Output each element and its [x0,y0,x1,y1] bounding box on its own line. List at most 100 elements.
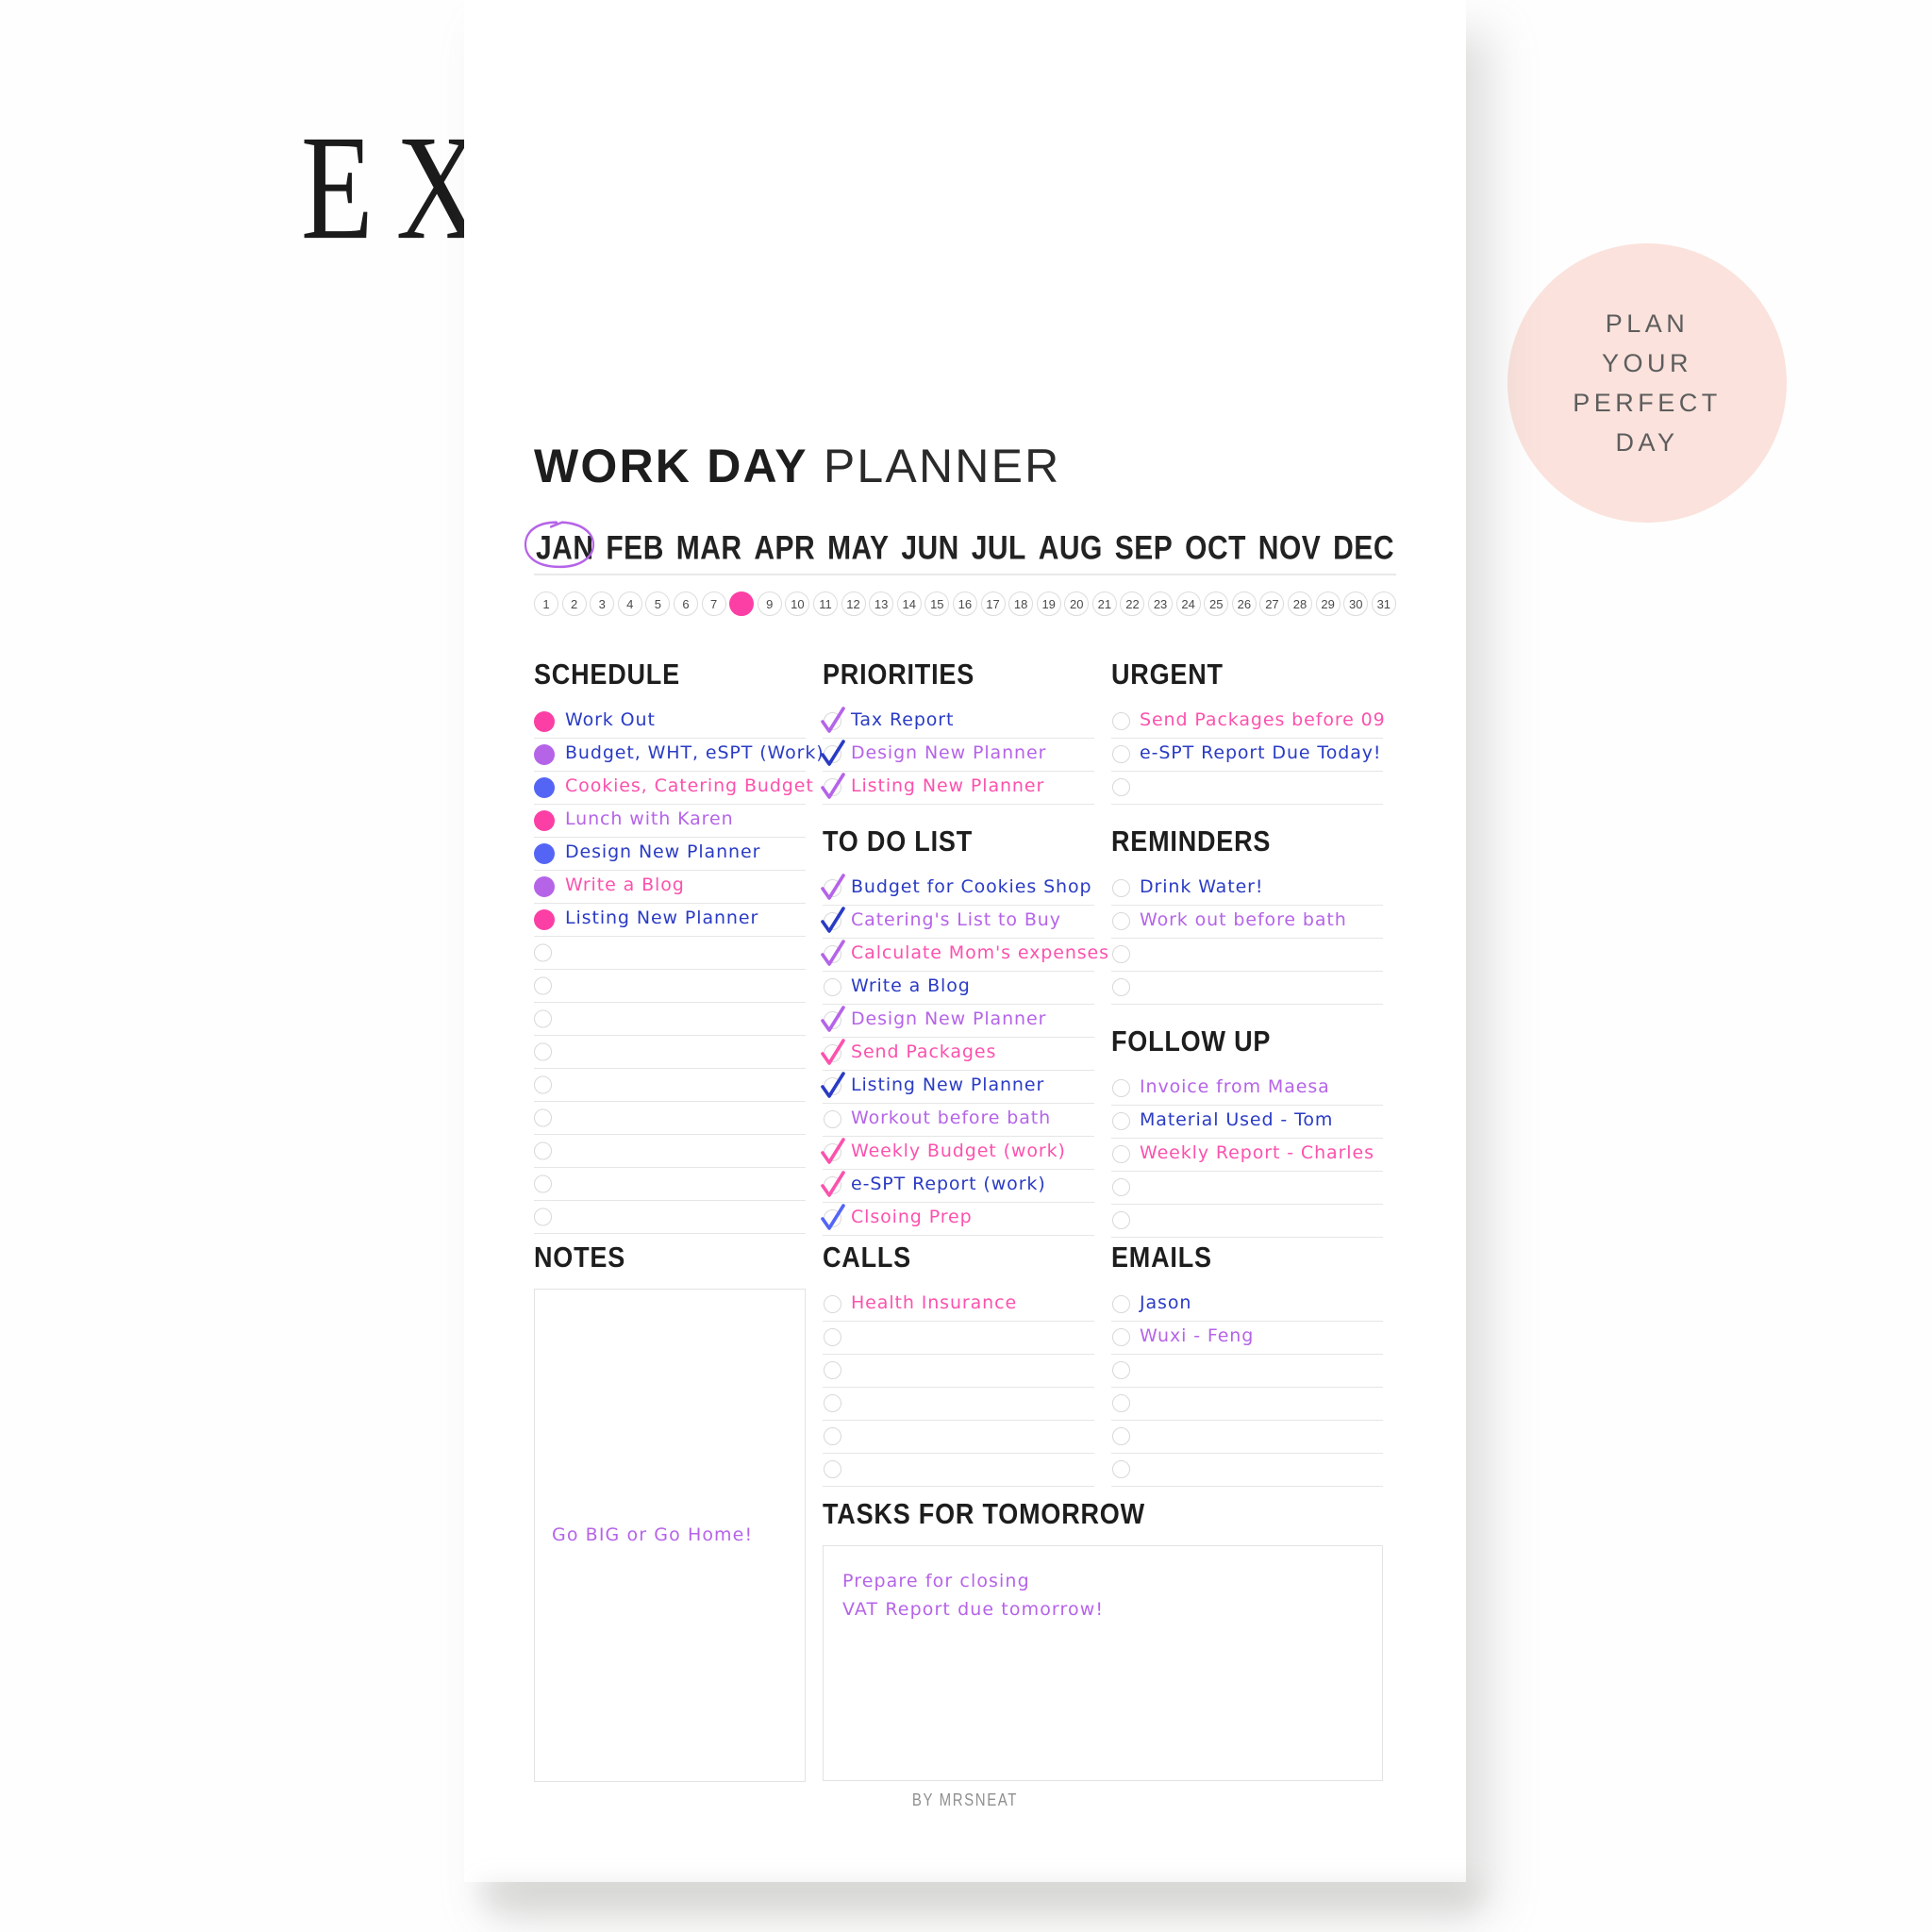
checkbox[interactable] [821,1039,845,1065]
day-2[interactable]: 2 [561,591,587,616]
list-item[interactable] [823,1355,1094,1388]
list-item[interactable] [1111,972,1383,1005]
day-21[interactable]: 21 [1091,591,1117,616]
month-dec[interactable]: DEC [1331,530,1396,568]
checkbox[interactable] [823,1459,843,1480]
list-item[interactable] [1111,1454,1383,1487]
list-item[interactable] [823,1421,1094,1454]
list-item[interactable] [534,1069,806,1102]
list-item[interactable]: e-SPT Report Due Today! [1111,739,1383,772]
list-item[interactable]: Calculate Mom's expenses [821,939,1108,972]
day-28[interactable]: 28 [1288,591,1313,616]
checkbox[interactable] [823,1327,843,1348]
day-4[interactable]: 4 [617,591,642,616]
list-item[interactable]: Workout before bath [823,1104,1094,1137]
checkbox[interactable] [1111,977,1132,998]
list-item[interactable]: Listing New Planner [821,1071,1094,1104]
checkbox[interactable] [1111,777,1132,798]
day-13[interactable]: 13 [869,591,894,616]
list-item[interactable] [534,1102,806,1135]
month-aug[interactable]: AUG [1037,530,1105,568]
list-item[interactable]: Material Used - Tom [1111,1106,1383,1139]
day-12[interactable]: 12 [841,591,866,616]
day-14[interactable]: 14 [896,591,922,616]
checkbox[interactable] [823,1426,843,1447]
list-item[interactable]: Work Out [534,706,806,739]
day-7[interactable]: 7 [701,591,726,616]
list-item[interactable] [1111,772,1383,805]
list-item[interactable]: Budget for Cookies Shop [821,873,1094,906]
checkbox[interactable] [1111,1393,1132,1414]
day-selector[interactable]: 1234567891011121314151617181920212223242… [534,591,1396,616]
day-22[interactable]: 22 [1120,591,1145,616]
day-31[interactable]: 31 [1371,591,1396,616]
list-item[interactable]: Send Packages [821,1038,1094,1071]
list-item[interactable]: Design New Planner [534,838,806,871]
list-item[interactable] [534,1135,806,1168]
checkbox[interactable] [821,1171,845,1197]
day-23[interactable]: 23 [1148,591,1174,616]
day-3[interactable]: 3 [590,591,615,616]
list-item[interactable] [534,1201,806,1234]
list-item[interactable]: Design New Planner [821,739,1094,772]
checkbox[interactable] [1111,878,1132,899]
day-6[interactable]: 6 [673,591,698,616]
day-9[interactable]: 9 [757,591,782,616]
checkbox[interactable] [823,1360,843,1381]
checkbox[interactable] [1111,711,1132,732]
checkbox[interactable] [821,740,845,766]
checkbox[interactable] [1111,1327,1132,1348]
day-20[interactable]: 20 [1064,591,1090,616]
checkbox[interactable] [823,977,843,998]
checkbox[interactable] [1111,1210,1132,1231]
list-item[interactable] [534,937,806,970]
list-item[interactable]: Listing New Planner [821,772,1094,805]
checkbox[interactable] [1111,1360,1132,1381]
day-17[interactable]: 17 [980,591,1006,616]
month-selector[interactable]: JAN FEB MAR APR MAY JUN JUL AUG SEP OCT NOV DEC [524,521,1396,575]
checkbox[interactable] [823,1294,843,1315]
list-item[interactable]: Cookies, Catering Budget [534,772,813,805]
checkbox[interactable] [821,1138,845,1164]
list-item[interactable] [823,1454,1094,1487]
day-30[interactable]: 30 [1343,591,1369,616]
list-item[interactable]: Budget, WHT, eSPT (Work) [534,739,824,772]
list-item[interactable]: Drink Water! [1111,873,1383,906]
list-item[interactable] [1111,1355,1383,1388]
checkbox[interactable] [1111,1111,1132,1132]
list-item[interactable]: Work out before bath [1111,906,1383,939]
month-nov[interactable]: NOV [1257,530,1324,568]
day-10[interactable]: 10 [785,591,810,616]
checkbox[interactable] [1111,944,1132,965]
list-item[interactable]: Send Packages before 09 [1111,706,1385,739]
day-8[interactable]: 8 [729,591,755,616]
day-19[interactable]: 19 [1036,591,1061,616]
list-item[interactable]: Invoice from Maesa [1111,1073,1383,1106]
day-11[interactable]: 11 [812,591,838,616]
checkbox[interactable] [821,773,845,799]
checkbox[interactable] [1111,911,1132,932]
month-may[interactable]: MAY [825,530,891,568]
list-item[interactable] [1111,1388,1383,1421]
list-item[interactable] [534,1036,806,1069]
checkbox[interactable] [1111,744,1132,765]
list-item[interactable]: Catering's List to Buy [821,906,1094,939]
list-item[interactable] [823,1322,1094,1355]
checkbox[interactable] [821,940,845,966]
checkbox[interactable] [821,707,845,733]
day-16[interactable]: 16 [952,591,977,616]
list-item[interactable]: Write a Blog [823,972,1094,1005]
list-item[interactable]: e-SPT Report (work) [821,1170,1094,1203]
checkbox[interactable] [1111,1294,1132,1315]
day-18[interactable]: 18 [1008,591,1034,616]
day-5[interactable]: 5 [645,591,671,616]
list-item[interactable]: Write a Blog [534,871,806,904]
list-item[interactable] [1111,1205,1383,1238]
day-25[interactable]: 25 [1204,591,1229,616]
list-item[interactable]: Weekly Report - Charles [1111,1139,1383,1172]
list-item[interactable] [534,970,806,1003]
list-item[interactable]: Jason [1111,1289,1383,1322]
tasks-tomorrow-textarea[interactable]: Prepare for closing VAT Report due tomor… [823,1545,1383,1781]
list-item[interactable]: Health Insurance [823,1289,1094,1322]
month-oct[interactable]: OCT [1183,530,1248,568]
